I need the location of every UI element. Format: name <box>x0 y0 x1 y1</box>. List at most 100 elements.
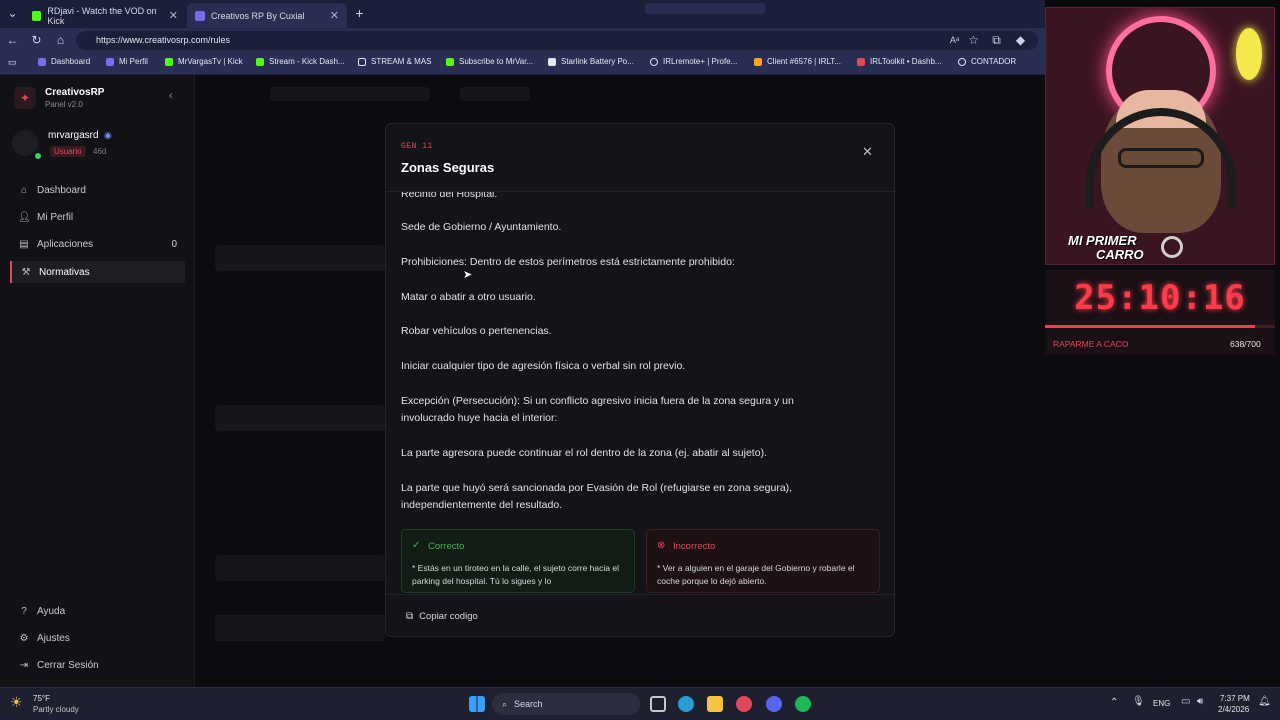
kick-icon <box>446 57 454 66</box>
new-tab-icon[interactable]: + <box>351 5 368 22</box>
home-icon: ⌂ <box>20 184 28 196</box>
modal-footer: ⧉ Copiar codigo <box>386 594 896 638</box>
read-aloud-icon[interactable]: Aᵃ <box>946 32 963 49</box>
extension-icon[interactable]: ◆ <box>1012 32 1029 49</box>
rule-modal: GEN 11 Zonas Seguras ✕ Recinto del Hospi… <box>385 123 896 638</box>
user-name: mrvargasrd <box>48 130 99 141</box>
edge-browser-icon[interactable] <box>678 696 694 712</box>
goal-progress-track <box>1045 325 1275 328</box>
language-indicator[interactable]: ENG <box>1153 699 1170 708</box>
goal-label: RAPARME A CACO <box>1053 339 1129 349</box>
windows-taskbar: ☀︎ 75°F Partly cloudy ⌕ Search ⌃ 🎙︎ ENG … <box>0 687 1280 720</box>
file-explorer-icon[interactable] <box>707 696 723 712</box>
wheel-icon <box>1161 236 1183 258</box>
home-icon[interactable]: ⌂ <box>52 32 69 49</box>
rule-paragraph: Robar vehículos o pertenencias. <box>401 325 552 337</box>
modal-header: GEN 11 Zonas Seguras ✕ <box>386 124 896 192</box>
sidebar-item-dashboard[interactable]: ⌂ Dashboard <box>10 179 185 201</box>
check-circle-icon: ✓ <box>412 540 421 551</box>
modal-title: Zonas Seguras <box>401 160 495 175</box>
tab-creativos[interactable]: Creativos RP By Cuxial ✕ <box>187 3 347 28</box>
discord-app-icon[interactable] <box>766 696 782 712</box>
refresh-icon[interactable]: ↻ <box>28 32 45 49</box>
webcam-overlay: MI PRIMER CARRO <box>1045 7 1275 265</box>
x-circle-icon: ⊗ <box>657 540 666 551</box>
globe-icon <box>650 57 658 66</box>
url-field[interactable]: https://www.creativosrp.com/rules <box>76 31 1038 50</box>
bookmark-client[interactable]: Client #6576 | IRLT... <box>754 57 841 66</box>
task-view-icon[interactable] <box>650 696 666 712</box>
bookmark-dashboard[interactable]: Dashboard <box>38 57 90 66</box>
sidebar-item-cerrar-sesion[interactable]: ⇥ Cerrar Sesión <box>10 654 185 676</box>
taskbar-search-box[interactable]: ⌕ Search <box>492 693 640 715</box>
window-search-box <box>645 3 765 14</box>
incorrect-text: * Ver a alguien en el garaje del Gobiern… <box>657 563 855 586</box>
sidebar-item-ajustes[interactable]: ⚙︎ Ajustes <box>10 627 185 649</box>
tab-rdjavi[interactable]: RDjavi - Watch the VOD on Kick ✕ <box>24 3 186 28</box>
sidebar-item-ayuda[interactable]: ? Ayuda <box>10 600 185 622</box>
bookmarks-bar: ▭ Dashboard Mi Perfil MrVargasTv | Kick … <box>0 53 1045 75</box>
spotify-icon[interactable] <box>795 696 811 712</box>
bookmark-irlremote[interactable]: IRLremote+ | Profe... <box>650 57 737 66</box>
bookmark-starlink[interactable]: Starlink Battery Po... <box>548 57 634 66</box>
goal-progress-fill <box>1045 325 1255 328</box>
correct-text: * Estás en un tiroteo en la calle, el su… <box>412 563 619 586</box>
gavel-icon: ⚒︎ <box>21 266 31 278</box>
address-bar-row: ← ↻ ⌂ https://www.creativosrp.com/rules … <box>0 28 1045 71</box>
collapse-sidebar-icon[interactable]: ‹ <box>169 90 173 102</box>
bookmark-icon <box>38 57 46 66</box>
sidebar: ✦ CreativosRP Panel v2.0 ‹ mrvargasrd ◉ … <box>0 75 195 687</box>
close-tab-icon[interactable]: ✕ <box>169 9 178 22</box>
rule-category: GEN 11 <box>401 142 433 151</box>
weather-temp[interactable]: 75°F <box>33 694 50 703</box>
favorite-star-icon[interactable]: ☆ <box>965 32 982 49</box>
folder-icon <box>358 57 366 66</box>
copy-icon: ⧉ <box>406 610 414 622</box>
logout-icon: ⇥ <box>19 659 29 671</box>
bookmark-contador[interactable]: CONTADOR <box>958 57 1016 66</box>
close-tab-icon[interactable]: ✕ <box>330 9 339 22</box>
volume-icon[interactable]: 🔊︎ <box>1197 696 1203 707</box>
tab-label: RDjavi - Watch the VOD on Kick <box>47 5 157 26</box>
browser-tab-bar: ⌄ RDjavi - Watch the VOD on Kick ✕ Creat… <box>0 0 1045 28</box>
close-icon[interactable]: ✕ <box>862 144 873 160</box>
creativos-icon <box>195 10 205 21</box>
copy-code-button[interactable]: ⧉ Copiar codigo <box>398 605 486 627</box>
account-age: 46d <box>93 147 107 156</box>
microphone-icon[interactable]: 🎙︎ <box>1132 696 1145 707</box>
back-icon[interactable]: ← <box>4 32 21 49</box>
weather-desc: Partly cloudy <box>33 705 79 714</box>
tab-list-icon[interactable]: ⌄ <box>4 5 21 22</box>
cam-caption-line2: CARRO <box>1096 247 1144 262</box>
user-icon: 👤︎ <box>18 211 31 223</box>
bookmark-subscribe[interactable]: Subscribe to MrVar... <box>446 57 533 66</box>
tab-label: Creativos RP By Cuxial <box>211 10 305 21</box>
modal-body: Recinto del Hospital. Sede de Gobierno /… <box>386 192 896 594</box>
kick-icon <box>165 57 173 66</box>
bookmark-irltoolkit[interactable]: IRLToolkit • Dashb... <box>857 57 942 66</box>
tray-overflow-icon[interactable]: ⌃ <box>1110 697 1118 708</box>
sidebar-item-aplicaciones[interactable]: ▤ Aplicaciones 0 <box>10 233 185 255</box>
extensions-icon[interactable]: ⧉ <box>988 32 1005 49</box>
start-windows-icon[interactable] <box>469 696 485 712</box>
notifications-icon[interactable]: 🔔︎ <box>1258 696 1271 707</box>
bookmark-mi-perfil[interactable]: Mi Perfil <box>106 57 148 66</box>
bookmark-stream-kick[interactable]: Stream - Kick Dash... <box>256 57 345 66</box>
avatar <box>12 130 38 156</box>
sidebar-item-mi-perfil[interactable]: 👤︎ Mi Perfil <box>10 206 185 228</box>
backdrop-card <box>215 405 385 431</box>
sidebar-item-normativas[interactable]: ⚒︎ Normativas <box>10 261 185 283</box>
subathon-timer: 25:10:16 RAPARME A CACO 638/700 <box>1045 270 1275 355</box>
mouse-cursor-icon: ➤ <box>463 269 473 281</box>
chrome-icon[interactable] <box>736 696 752 712</box>
clock-date[interactable]: 2/4/2026 <box>1218 705 1249 714</box>
clock-time[interactable]: 7:37 PM <box>1220 694 1250 703</box>
bookmark-stream-mas[interactable]: STREAM & MAS <box>358 57 431 66</box>
bookmark-mrvargastv[interactable]: MrVargasTv | Kick <box>165 57 243 66</box>
backdrop-card <box>215 555 385 581</box>
network-icon[interactable]: ▭ <box>1181 696 1190 707</box>
goal-count: 638/700 <box>1230 339 1261 349</box>
bookmarks-toggle-icon[interactable]: ▭ <box>8 57 17 68</box>
cam-caption-line1: MI PRIMER <box>1068 233 1137 248</box>
url-text: https://www.creativosrp.com/rules <box>96 35 231 45</box>
